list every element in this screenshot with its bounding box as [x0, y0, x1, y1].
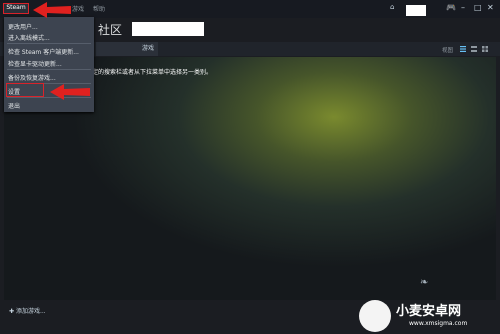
arrow-to-steam-icon — [33, 2, 71, 18]
menu-divider — [7, 69, 91, 70]
maximize-icon[interactable]: □ — [474, 3, 482, 12]
watermark-name: 小麦安卓网 — [396, 304, 462, 319]
menu-check-driver-updates[interactable]: 检查显卡驱动更新... — [8, 59, 62, 68]
title-bar: Steam 游戏 帮助 ⌂ 🎮 – □ ✕ — [0, 0, 500, 18]
grid-view-icon[interactable] — [482, 46, 488, 52]
menu-help[interactable]: 帮助 — [93, 4, 105, 13]
menu-change-user[interactable]: 更改用户... — [8, 22, 38, 31]
sparkle-icon: ❧ — [420, 277, 429, 288]
list-view-icon[interactable] — [460, 46, 466, 52]
nav-community[interactable]: 社区 — [98, 21, 122, 38]
view-label: 视图 — [442, 48, 454, 54]
menu-divider — [7, 43, 91, 44]
empty-library-message: 定的搜索栏或者从下拉菜单中选择另一类别。 — [92, 69, 213, 76]
menu-exit[interactable]: 退出 — [8, 101, 20, 110]
big-picture-icon[interactable]: 🎮 — [446, 3, 456, 12]
menu-backup-restore[interactable]: 备份及恢复游戏... — [8, 73, 56, 82]
settings-highlight-box — [6, 83, 44, 97]
menu-games[interactable]: 游戏 — [72, 4, 84, 13]
notification-icon[interactable]: ⌂ — [390, 3, 394, 11]
menu-go-offline[interactable]: 进入离线模式... — [8, 33, 50, 42]
add-game-button[interactable]: ✚ 添加游戏... — [9, 306, 46, 315]
menu-check-client-updates[interactable]: 检查 Steam 客户端更新... — [8, 47, 79, 56]
detail-view-icon[interactable] — [471, 46, 477, 52]
watermark-logo-icon — [359, 300, 391, 332]
arrow-to-settings-icon — [50, 84, 90, 100]
account-name-redacted[interactable] — [406, 5, 426, 16]
minimize-icon[interactable]: – — [461, 3, 465, 12]
redacted-nav-item[interactable] — [132, 22, 204, 36]
games-filter-tab[interactable]: 游戏 — [96, 42, 158, 56]
steam-menu-button[interactable]: Steam — [3, 3, 29, 14]
add-game-label: 添加游戏... — [15, 308, 46, 315]
close-icon[interactable]: ✕ — [487, 3, 494, 12]
watermark-url: www.xmsigma.com — [409, 320, 468, 327]
